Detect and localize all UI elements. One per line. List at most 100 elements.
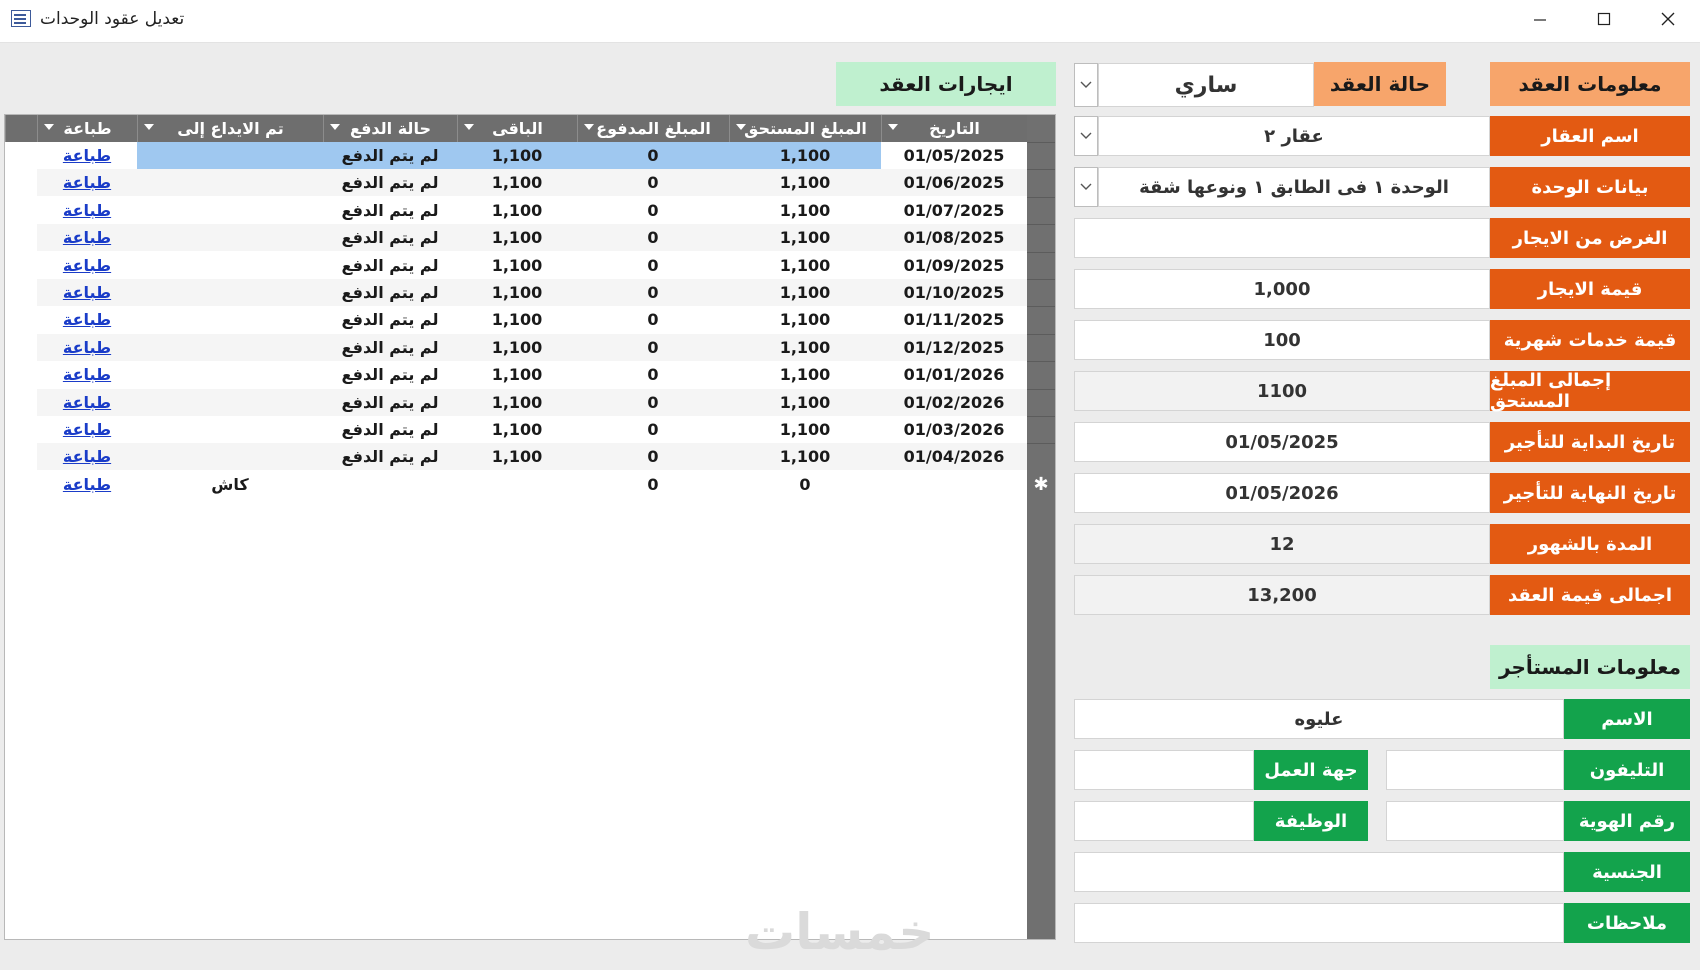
record-selector[interactable] xyxy=(1027,416,1055,443)
record-selector[interactable] xyxy=(1027,169,1055,196)
table-row[interactable]: طباعة لم يتم الدفع 1,100 0 1,100 01/12/2025 xyxy=(37,333,1027,361)
table-row[interactable]: طباعة لم يتم الدفع 1,100 0 1,100 01/08/2025 xyxy=(37,224,1027,252)
close-button[interactable] xyxy=(1645,0,1691,38)
table-row[interactable]: طباعة لم يتم الدفع 1,100 0 1,100 01/02/2026 xyxy=(37,388,1027,416)
cell-remaining[interactable] xyxy=(457,471,577,498)
cell-remaining[interactable]: 1,100 xyxy=(457,334,577,361)
cell-deposit[interactable] xyxy=(137,252,323,279)
record-selector[interactable] xyxy=(1027,279,1055,306)
print-link[interactable]: طباعة xyxy=(37,416,137,443)
cell-deposit[interactable]: كاش xyxy=(137,471,323,498)
cell-paid[interactable]: 0 xyxy=(577,306,729,333)
record-selector[interactable] xyxy=(1027,443,1055,470)
status-dropdown-button[interactable] xyxy=(1074,63,1098,107)
cell-due[interactable]: 1,100 xyxy=(729,361,881,388)
print-link[interactable]: طباعة xyxy=(37,169,137,196)
cell-status[interactable]: لم يتم الدفع xyxy=(323,279,457,306)
maximize-button[interactable] xyxy=(1581,0,1627,38)
cell-due[interactable]: 1,100 xyxy=(729,224,881,251)
print-link[interactable]: طباعة xyxy=(37,389,137,416)
cell-status[interactable]: لم يتم الدفع xyxy=(323,389,457,416)
property-dropdown-button[interactable] xyxy=(1074,116,1098,156)
cell-remaining[interactable]: 1,100 xyxy=(457,224,577,251)
col-paid[interactable]: المبلغ المدفوع xyxy=(577,115,729,142)
record-selector[interactable] xyxy=(1027,251,1055,279)
print-link[interactable]: طباعة xyxy=(37,443,137,470)
record-selector[interactable] xyxy=(1027,196,1055,224)
unit-dropdown-button[interactable] xyxy=(1074,167,1098,207)
cell-due[interactable]: 1,100 xyxy=(729,306,881,333)
table-row[interactable]: طباعة لم يتم الدفع 1,100 0 1,100 01/07/2025 xyxy=(37,197,1027,224)
cell-remaining[interactable]: 1,100 xyxy=(457,197,577,224)
cell-remaining[interactable]: 1,100 xyxy=(457,142,577,169)
cell-status[interactable]: لم يتم الدفع xyxy=(323,252,457,279)
record-selector[interactable] xyxy=(1027,388,1055,416)
cell-paid[interactable]: 0 xyxy=(577,224,729,251)
cell-deposit[interactable] xyxy=(137,416,323,443)
tenant-name-field[interactable]: عليوه xyxy=(1074,699,1564,739)
col-print[interactable]: طباعة xyxy=(37,115,137,142)
cell-date[interactable]: 01/07/2025 xyxy=(881,197,1027,224)
tenant-notes-field[interactable] xyxy=(1074,903,1564,943)
rent-value-field[interactable]: 1,000 xyxy=(1074,269,1490,309)
tenant-job-field[interactable] xyxy=(1074,801,1254,841)
cell-paid[interactable]: 0 xyxy=(577,416,729,443)
cell-remaining[interactable]: 1,100 xyxy=(457,416,577,443)
contract-status-value[interactable]: ساري xyxy=(1098,63,1314,107)
record-selector[interactable] xyxy=(1027,333,1055,361)
cell-date[interactable] xyxy=(881,471,1027,498)
end-date-field[interactable]: 01/05/2026 xyxy=(1074,473,1490,513)
cell-deposit[interactable] xyxy=(137,279,323,306)
cell-date[interactable]: 01/12/2025 xyxy=(881,334,1027,361)
rent-purpose-value[interactable] xyxy=(1074,218,1490,258)
print-link[interactable]: طباعة xyxy=(37,471,137,498)
unit-data-value[interactable]: الوحدة ١ فى الطابق ١ ونوعها شقة xyxy=(1098,167,1490,207)
cell-remaining[interactable]: 1,100 xyxy=(457,389,577,416)
cell-date[interactable]: 01/08/2025 xyxy=(881,224,1027,251)
record-selector[interactable] xyxy=(1027,306,1055,333)
print-link[interactable]: طباعة xyxy=(37,224,137,251)
new-record-icon[interactable]: ✱ xyxy=(1027,471,1055,498)
col-deposit[interactable]: تم الايداع إلى xyxy=(137,115,323,142)
minimize-button[interactable] xyxy=(1517,0,1563,38)
cell-date[interactable]: 01/09/2025 xyxy=(881,252,1027,279)
cell-paid[interactable]: 0 xyxy=(577,169,729,196)
cell-deposit[interactable] xyxy=(137,389,323,416)
col-remaining[interactable]: الباقى xyxy=(457,115,577,142)
cell-paid[interactable]: 0 xyxy=(577,279,729,306)
tenant-phone-field[interactable] xyxy=(1386,750,1564,790)
table-row[interactable]: طباعة لم يتم الدفع 1,100 0 1,100 01/05/2025 xyxy=(37,142,1027,169)
table-row[interactable]: طباعة لم يتم الدفع 1,100 0 1,100 01/10/2025 xyxy=(37,279,1027,306)
cell-status[interactable] xyxy=(323,471,457,498)
print-link[interactable]: طباعة xyxy=(37,361,137,388)
cell-due[interactable]: 1,100 xyxy=(729,416,881,443)
table-row[interactable]: طباعة لم يتم الدفع 1,100 0 1,100 01/06/2025 xyxy=(37,169,1027,197)
cell-due[interactable]: 1,100 xyxy=(729,142,881,169)
cell-due[interactable]: 1,100 xyxy=(729,169,881,196)
cell-remaining[interactable]: 1,100 xyxy=(457,169,577,196)
cell-paid[interactable]: 0 xyxy=(577,252,729,279)
print-link[interactable]: طباعة xyxy=(37,279,137,306)
print-link[interactable]: طباعة xyxy=(37,197,137,224)
cell-due[interactable]: 1,100 xyxy=(729,252,881,279)
cell-remaining[interactable]: 1,100 xyxy=(457,252,577,279)
tenant-id-field[interactable] xyxy=(1386,801,1564,841)
table-row[interactable]: طباعة لم يتم الدفع 1,100 0 1,100 01/04/2026 xyxy=(37,443,1027,471)
cell-date[interactable]: 01/05/2025 xyxy=(881,142,1027,169)
cell-due[interactable]: 1,100 xyxy=(729,334,881,361)
cell-due[interactable]: 1,100 xyxy=(729,443,881,470)
cell-paid[interactable]: 0 xyxy=(577,471,729,498)
cell-deposit[interactable] xyxy=(137,142,323,169)
print-link[interactable]: طباعة xyxy=(37,306,137,333)
cell-deposit[interactable] xyxy=(137,361,323,388)
cell-date[interactable]: 01/04/2026 xyxy=(881,443,1027,470)
cell-date[interactable]: 01/11/2025 xyxy=(881,306,1027,333)
print-link[interactable]: طباعة xyxy=(37,334,137,361)
record-selector[interactable] xyxy=(1027,224,1055,251)
tenant-work-field[interactable] xyxy=(1074,750,1254,790)
property-name-value[interactable]: عقار ٢ xyxy=(1098,116,1490,156)
col-date[interactable]: التاريخ xyxy=(881,115,1027,142)
cell-paid[interactable]: 0 xyxy=(577,389,729,416)
cell-due[interactable]: 1,100 xyxy=(729,279,881,306)
cell-status[interactable]: لم يتم الدفع xyxy=(323,416,457,443)
